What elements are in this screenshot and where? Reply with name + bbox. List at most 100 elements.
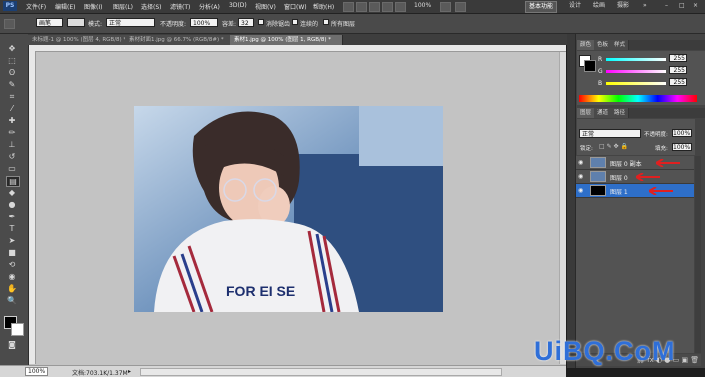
layer-opacity-input[interactable]: 100% [672,129,692,137]
layer-name: 图层 1 [610,189,628,196]
crop-tool-icon[interactable]: ⌗ [6,92,18,101]
menu-select[interactable]: 选择(S) [141,2,162,11]
vertical-scrollbar[interactable] [559,52,566,364]
all-layers-checkbox[interactable] [323,19,329,25]
eye-icon[interactable]: ◉ [578,173,583,180]
channel-r-slider[interactable] [606,58,666,61]
layer-row-0[interactable]: ◉ 图层 0 [576,170,694,184]
mode-select[interactable]: 正常 [106,18,155,27]
status-zoom[interactable]: 100% [25,367,49,376]
marquee-tool-icon[interactable]: ⬚ [6,56,18,65]
menu-filter[interactable]: 滤镜(T) [170,2,190,11]
menu-analysis[interactable]: 分析(A) [199,2,220,11]
workspace-painting[interactable]: 绘画 [590,1,608,11]
tab-cover-1[interactable]: 素材封面1.jpg @ 66.7% (RGB/8#) * [125,35,234,45]
eye-icon[interactable]: ◉ [578,187,583,194]
gradient-tool-icon[interactable]: ▤ [6,176,20,187]
lasso-tool-icon[interactable]: ʘ [6,68,18,77]
tab-untitled-1[interactable]: 未标题-1 @ 100% (图层 4, RGB/8) * [28,35,129,45]
tab-material-1[interactable]: 素材1.jpg @ 100% (图层 1, RGB/8) * [230,35,343,45]
channel-g-slider[interactable] [606,70,666,73]
zoom-level[interactable]: 100% [414,2,431,9]
quick-select-tool-icon[interactable]: ✎ [6,80,18,89]
mini-bridge-icon[interactable] [356,2,367,12]
hand-view-icon[interactable] [369,2,380,12]
pen-tool-icon[interactable]: ✒ [6,212,18,221]
tab-swatches[interactable]: 色板 [594,40,613,50]
document-tabs: 未标题-1 @ 100% (图层 4, RGB/8) * 素材封面1.jpg @… [28,34,568,45]
arrange-documents-icon[interactable] [440,2,451,12]
tab-paths[interactable]: 路径 [611,108,630,118]
horizontal-scrollbar[interactable] [140,368,502,376]
channel-r-input[interactable]: 255 [669,54,687,62]
menu-window[interactable]: 窗口(W) [284,2,307,11]
zoom-view-icon[interactable] [382,2,393,12]
tab-channels[interactable]: 通道 [594,108,613,118]
channel-r-label: R [598,56,603,63]
tool-preset-icon[interactable] [4,19,15,29]
channel-b-slider[interactable] [606,82,666,85]
brush-tool-icon[interactable]: ✏ [6,128,18,137]
layers-panel-tabs: 图层 通道 路径 [577,108,705,118]
channel-g-input[interactable]: 255 [669,66,687,74]
brush-swatch[interactable] [67,18,85,27]
rotate-view-icon[interactable] [395,2,406,12]
menu-view[interactable]: 视图(V) [255,2,276,11]
background-color-swatch[interactable] [11,323,24,336]
shape-tool-icon[interactable]: ■ [6,248,18,257]
healing-tool-icon[interactable]: ✚ [6,116,18,125]
blur-tool-icon[interactable]: ◆ [6,188,18,197]
hand-tool-icon[interactable]: ✋ [6,284,18,293]
zoom-tool-icon[interactable]: 🔍 [6,296,18,305]
bridge-icon[interactable] [343,2,354,12]
path-select-tool-icon[interactable]: ➤ [6,236,18,245]
move-tool-icon[interactable]: ✥ [6,44,18,53]
type-tool-icon[interactable]: T [6,224,18,233]
minimize-icon[interactable]: – [662,1,671,11]
workspace-more-icon[interactable]: » [640,1,650,11]
eyedropper-tool-icon[interactable]: ⁄ [6,104,18,113]
tab-styles[interactable]: 样式 [611,40,630,50]
tab-layers[interactable]: 图层 [577,108,596,118]
menu-layer[interactable]: 图层(L) [113,2,133,11]
dodge-tool-icon[interactable]: ● [6,200,18,209]
panel-background-swatch[interactable] [584,60,596,72]
3d-rotate-tool-icon[interactable]: ⟲ [6,260,18,269]
eye-icon[interactable]: ◉ [578,159,583,166]
quick-mask-icon[interactable]: ◙ [6,340,18,349]
opacity-input[interactable]: 100% [190,18,218,27]
restore-icon[interactable]: □ [676,1,688,11]
channel-b-input[interactable]: 255 [669,78,687,86]
lock-icons[interactable]: □ ✎ ✥ 🔒 [599,143,628,150]
close-icon[interactable]: × [690,1,701,11]
clone-stamp-tool-icon[interactable]: ⊥ [6,140,18,149]
menu-3d[interactable]: 3D(D) [229,2,247,9]
color-spectrum-bar[interactable] [579,95,697,102]
status-arrow-icon[interactable]: ▸ [128,368,131,375]
tab-color[interactable]: 颜色 [577,40,596,50]
layer-row-copy[interactable]: ◉ 图层 0 副本 [576,156,694,170]
workspace-photography[interactable]: 摄影 [614,1,632,11]
vertical-ruler[interactable] [29,51,36,364]
eraser-tool-icon[interactable]: ▭ [6,164,18,173]
3d-camera-tool-icon[interactable]: ◉ [6,272,18,281]
contiguous-checkbox[interactable] [292,19,298,25]
collapsed-panel-icons[interactable] [567,34,576,368]
menu-edit[interactable]: 编辑(E) [55,2,75,11]
menu-help[interactable]: 帮助(H) [313,2,334,11]
fill-input[interactable]: 100% [672,143,692,151]
horizontal-ruler[interactable] [29,45,566,52]
tolerance-input[interactable]: 32 [238,18,254,27]
document-photo[interactable]: FOR EI SE [134,106,443,312]
blend-mode-select[interactable]: 正常 [579,129,641,138]
menu-file[interactable]: 文件(F) [26,2,46,11]
workspace-design[interactable]: 设计 [566,1,584,11]
antialias-checkbox[interactable] [258,19,264,25]
tool-preset-picker[interactable]: 画笔 [36,18,63,27]
layers-scrollbar[interactable] [695,156,701,353]
workspace-essentials[interactable]: 基本功能 [525,1,558,13]
screen-mode-icon[interactable] [455,2,466,12]
layer-row-1[interactable]: ◉ 图层 1 [576,184,694,198]
history-brush-tool-icon[interactable]: ↺ [6,152,18,161]
menu-image[interactable]: 图像(I) [84,2,102,11]
